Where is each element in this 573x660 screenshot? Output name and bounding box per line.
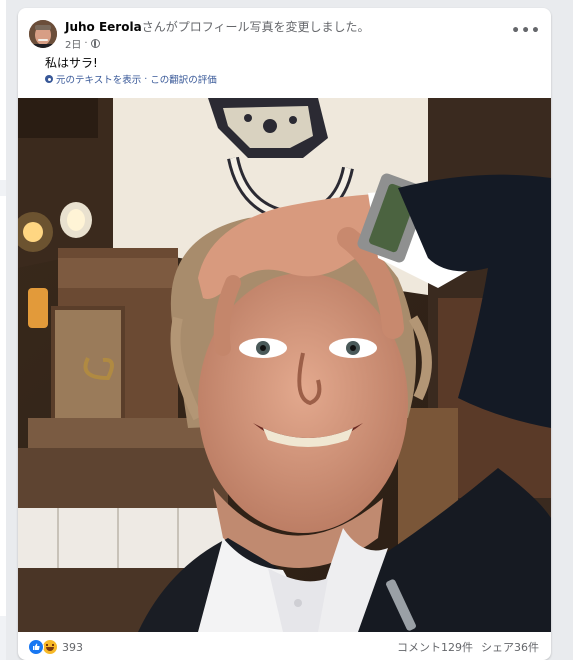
- profile-photo[interactable]: [18, 98, 551, 632]
- post-card: Juho Eerolaさんがプロフィール写真を変更しました。 2日 · ••• …: [18, 8, 551, 660]
- avatar[interactable]: [29, 20, 57, 48]
- post-text: 私はサラ!: [45, 56, 98, 70]
- engagement-counts: コメント129件 シェア36件: [397, 639, 539, 655]
- show-original-link[interactable]: 元のテキストを表示: [56, 72, 141, 86]
- translation-bar: 元のテキストを表示 · この翻訳の評価: [45, 72, 217, 86]
- post-action-text: さんがプロフィール写真を変更しました。: [141, 20, 370, 34]
- background-panel-edge: [0, 0, 6, 660]
- translate-icon: [45, 75, 53, 83]
- panel-segment: [0, 0, 6, 180]
- haha-icon: [42, 639, 58, 655]
- like-icon: [28, 639, 44, 655]
- globe-icon: [90, 39, 100, 48]
- reactions-summary[interactable]: 393: [28, 639, 83, 655]
- more-options-button[interactable]: •••: [511, 23, 541, 39]
- rate-translation-link[interactable]: この翻訳の評価: [150, 72, 217, 86]
- comments-count-link[interactable]: コメント129件: [397, 639, 473, 655]
- post-footer: 393 コメント129件 シェア36件: [18, 632, 551, 660]
- post-header: Juho Eerolaさんがプロフィール写真を変更しました。: [65, 19, 369, 35]
- author-name[interactable]: Juho Eerola: [65, 20, 142, 34]
- reactions-count: 393: [62, 640, 83, 654]
- translation-separator: ·: [144, 73, 148, 85]
- shares-count-link[interactable]: シェア36件: [481, 639, 539, 655]
- post-meta: 2日 ·: [65, 36, 100, 51]
- panel-segment: [0, 196, 6, 616]
- post-time[interactable]: 2日: [65, 36, 81, 51]
